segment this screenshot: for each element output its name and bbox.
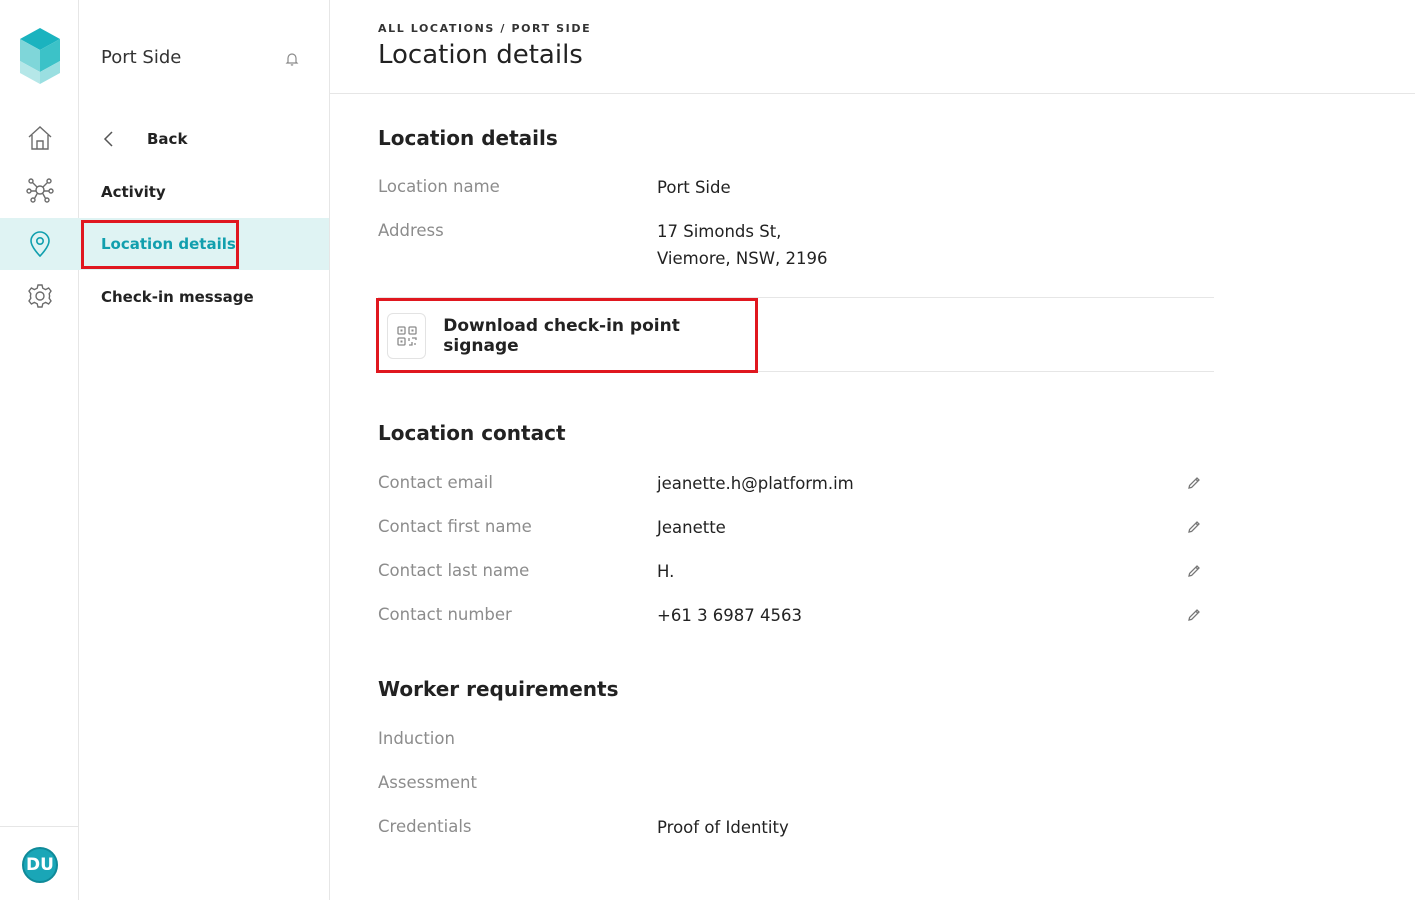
rail-footer: DU (0, 826, 79, 900)
download-signage-button[interactable]: Download check-in point signage (376, 298, 758, 373)
location-title: Port Side (101, 47, 182, 68)
edit-pencil-icon[interactable] (1186, 563, 1202, 579)
qr-code-icon (396, 325, 417, 346)
contact-last-name-label: Contact last name (378, 561, 530, 580)
network-icon (25, 178, 54, 203)
section-title-location-details: Location details (378, 126, 558, 150)
back-label: Back (147, 130, 188, 148)
location-name-value: Port Side (657, 178, 731, 197)
contact-last-name-value: H. (657, 562, 675, 581)
contact-email-label: Contact email (378, 473, 493, 492)
download-signage-label: Download check-in point signage (443, 315, 680, 356)
avatar[interactable]: DU (22, 847, 58, 883)
qr-code-box (387, 312, 427, 359)
contact-number-value: +61 3 6987 4563 (657, 606, 803, 625)
address-label: Address (378, 221, 444, 240)
bell-icon[interactable] (284, 51, 300, 67)
main-content: ALL LOCATIONS / PORT SIDE Location detai… (330, 0, 1415, 900)
induction-label: Induction (378, 729, 455, 748)
address-line-1: 17 Simonds St, (657, 222, 782, 241)
highlight-box (81, 220, 239, 269)
credentials-label: Credentials (378, 817, 472, 836)
contact-first-name-label: Contact first name (378, 517, 532, 536)
edit-pencil-icon[interactable] (1186, 607, 1202, 623)
contact-first-name-value: Jeanette (657, 518, 726, 537)
nav-item-label: Activity (101, 183, 166, 201)
edit-pencil-icon[interactable] (1186, 475, 1202, 491)
contact-number-label: Contact number (378, 605, 512, 624)
rail-home[interactable] (0, 112, 79, 164)
nav-item-check-in-message[interactable]: Check-in message (79, 271, 329, 323)
app-logo[interactable] (20, 28, 60, 84)
page-title: Location details (378, 40, 583, 70)
home-icon (28, 126, 51, 150)
nav-item-activity[interactable]: Activity (79, 166, 329, 218)
contact-email-value: jeanette.h@platform.im (657, 474, 854, 493)
secondary-nav: Port Side Back Activity Location details… (79, 0, 330, 900)
section-title-worker-requirements: Worker requirements (378, 677, 619, 701)
signage-row: Download check-in point signage (376, 297, 1214, 373)
credentials-value: Proof of Identity (657, 818, 789, 837)
back-button[interactable]: Back (101, 124, 187, 154)
breadcrumb: ALL LOCATIONS / PORT SIDE (378, 22, 591, 35)
nav-item-label: Check-in message (101, 288, 254, 306)
location-pin-icon (29, 231, 50, 258)
rail-locations[interactable] (0, 218, 79, 270)
rail-settings[interactable] (0, 270, 79, 322)
location-name-label: Location name (378, 177, 500, 196)
breadcrumb-separator: / (500, 22, 506, 35)
section-title-location-contact: Location contact (378, 421, 566, 445)
chevron-left-icon (103, 131, 113, 147)
edit-pencil-icon[interactable] (1186, 519, 1202, 535)
breadcrumb-all-locations[interactable]: ALL LOCATIONS (378, 22, 495, 35)
icon-rail: DU (0, 0, 79, 900)
rail-network[interactable] (0, 164, 79, 216)
breadcrumb-current: PORT SIDE (511, 22, 592, 35)
nav-item-location-details[interactable]: Location details (79, 218, 329, 270)
assessment-label: Assessment (378, 773, 477, 792)
page-header: ALL LOCATIONS / PORT SIDE Location detai… (330, 0, 1415, 94)
address-line-2: Viemore, NSW, 2196 (657, 249, 828, 268)
gear-icon (27, 284, 52, 308)
